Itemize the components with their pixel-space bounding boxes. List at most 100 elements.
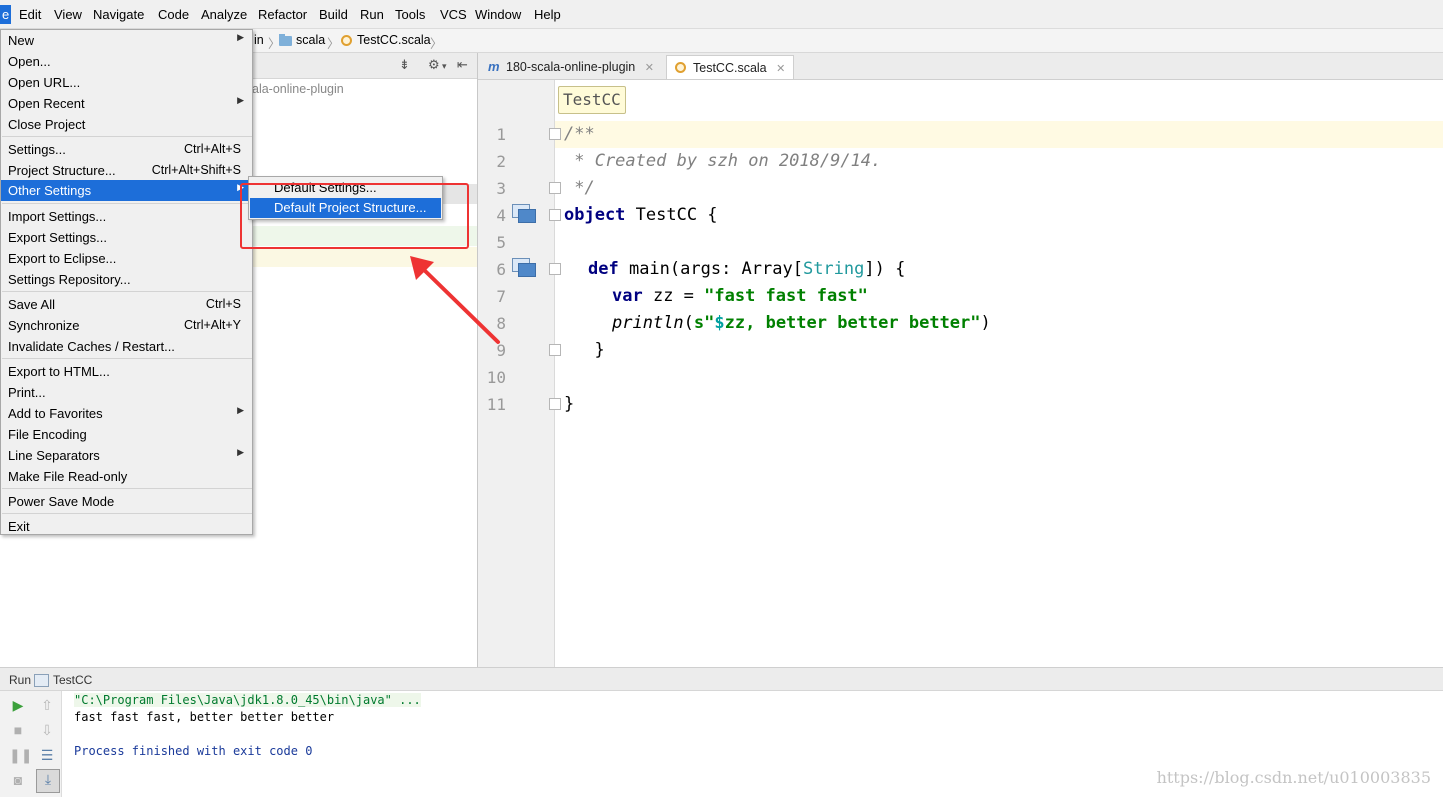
menu-item-label: Open Recent	[8, 96, 85, 111]
breadcrumb-separator: 〉	[430, 37, 443, 51]
menu-item-exit[interactable]: Exit	[1, 516, 252, 537]
menu-item-export-to-eclipse[interactable]: Export to Eclipse...	[1, 248, 252, 269]
close-icon[interactable]: ✕	[776, 63, 785, 75]
menu-item-print[interactable]: Print...	[1, 382, 252, 403]
fold-marker-icon[interactable]	[549, 344, 561, 356]
string-literal: "fast fast fast"	[704, 286, 868, 306]
breadcrumb-segment[interactable]: scala	[296, 33, 325, 47]
menu-run[interactable]: Run	[360, 7, 384, 22]
menu-item-export-settings[interactable]: Export Settings...	[1, 227, 252, 248]
menu-item-label: Settings Repository...	[8, 272, 131, 287]
menu-separator	[2, 203, 252, 204]
menu-item-import-settings[interactable]: Import Settings...	[1, 206, 252, 227]
scroll-to-end-icon[interactable]: ⤓	[36, 769, 60, 793]
menu-item-open-url[interactable]: Open URL...	[1, 72, 252, 93]
run-gutter-icon[interactable]	[512, 204, 536, 223]
menu-navigate[interactable]: Navigate	[93, 7, 144, 22]
breadcrumb: in 〉 scala 〉 TestCC.scala 〉	[252, 29, 1443, 53]
menu-item-shortcut: Ctrl+S	[205, 297, 241, 311]
menu-item-label: Power Save Mode	[8, 494, 115, 509]
folder-icon	[279, 34, 292, 46]
code-editor[interactable]: TestCC 1 2 3 4 5 6 7 8 9 10 11 /** * Cre…	[478, 80, 1443, 667]
menu-item-label: Close Project	[8, 117, 86, 132]
menu-refactor[interactable]: Refactor	[258, 7, 307, 22]
menu-item-shortcut: Ctrl+Alt+Shift+S	[151, 163, 241, 177]
menu-item-label: Import Settings...	[8, 209, 107, 224]
run-toolbar: ▶ ⇧ ■ ⇩ ❚❚ ☰ ◙ ⤓	[0, 691, 62, 797]
fold-marker-icon[interactable]	[549, 182, 561, 194]
rerun-icon[interactable]: ▶	[9, 696, 27, 714]
menu-item-label: Print...	[8, 385, 46, 400]
menu-item-label: Exit	[8, 519, 30, 534]
menu-item-make-file-read-only[interactable]: Make File Read-only	[1, 466, 252, 487]
submenu-arrow-icon: ▶	[237, 32, 244, 42]
menu-item-label: Export to Eclipse...	[8, 251, 117, 266]
collapse-all-icon[interactable]: ⇟	[399, 57, 410, 73]
breadcrumb-segment[interactable]: TestCC.scala	[357, 33, 431, 47]
current-line-highlight	[478, 121, 1443, 148]
menu-item-new[interactable]: New ▶	[1, 30, 252, 51]
stop-icon[interactable]: ■	[9, 721, 27, 739]
gear-dropdown-icon[interactable]: ▾	[442, 61, 447, 72]
pause-icon[interactable]: ❚❚	[9, 746, 32, 764]
tab-label: 180-scala-online-plugin	[506, 60, 636, 74]
editor-tab-bar: m 180-scala-online-plugin ✕ TestCC.scala…	[478, 53, 1443, 80]
function-name: println	[612, 313, 684, 333]
interpolation-marker: $	[714, 313, 725, 333]
menu-file[interactable]: e	[0, 5, 12, 24]
run-config-tab[interactable]: TestCC	[53, 673, 92, 687]
breadcrumb-segment[interactable]: in	[254, 33, 264, 47]
menu-item-synchronize[interactable]: Synchronize Ctrl+Alt+Y	[1, 315, 252, 336]
menu-bar: e Edit View Navigate Code Analyze Refact…	[0, 0, 1443, 29]
fold-marker-icon[interactable]	[549, 398, 561, 410]
menu-vcs[interactable]: VCS	[440, 7, 467, 22]
console-line: Process finished with exit code 0	[74, 744, 313, 758]
tree-item[interactable]: ala-online-plugin	[252, 80, 477, 100]
run-gutter-icon[interactable]	[512, 258, 536, 277]
code-line-2: * Created by szh on 2018/9/14.	[564, 151, 882, 171]
menu-window[interactable]: Window	[475, 7, 521, 22]
menu-analyze[interactable]: Analyze	[201, 7, 247, 22]
camera-icon[interactable]: ◙	[9, 771, 27, 789]
tab-testcc-scala[interactable]: TestCC.scala ✕	[666, 55, 795, 79]
gear-icon[interactable]: ⚙	[428, 57, 440, 73]
watermark: https://blog.csdn.net/u010003835	[1156, 768, 1431, 787]
menu-item-export-to-html[interactable]: Export to HTML...	[1, 361, 252, 382]
menu-item-label: Export to HTML...	[8, 364, 110, 379]
code-line-6: def main(args: Array[String]) {	[588, 256, 905, 283]
code-text: main(args: Array[	[618, 259, 803, 279]
menu-item-other-settings[interactable]: Other Settings ▶	[1, 180, 252, 201]
menu-help[interactable]: Help	[534, 7, 561, 22]
close-icon[interactable]: ✕	[645, 62, 654, 74]
menu-item-close-project[interactable]: Close Project	[1, 114, 252, 135]
menu-view[interactable]: View	[54, 7, 82, 22]
menu-item-label: File Encoding	[8, 427, 87, 442]
annotation-highlight-box	[240, 183, 469, 249]
menu-item-file-encoding[interactable]: File Encoding	[1, 424, 252, 445]
menu-item-invalidate-caches[interactable]: Invalidate Caches / Restart...	[1, 336, 252, 357]
menu-item-open[interactable]: Open...	[1, 51, 252, 72]
menu-item-save-all[interactable]: Save All Ctrl+S	[1, 294, 252, 315]
tab-180-scala-online-plugin[interactable]: m 180-scala-online-plugin ✕	[480, 55, 662, 79]
menu-item-add-to-favorites[interactable]: Add to Favorites ▶	[1, 403, 252, 424]
menu-item-settings-repository[interactable]: Settings Repository...	[1, 269, 252, 290]
menu-item-line-separators[interactable]: Line Separators ▶	[1, 445, 252, 466]
menu-build[interactable]: Build	[319, 7, 348, 22]
hide-panel-icon[interactable]: ⇤	[457, 57, 468, 73]
down-arrow-icon[interactable]: ⇩	[38, 721, 56, 739]
menu-tools[interactable]: Tools	[395, 7, 425, 22]
menu-edit[interactable]: Edit	[19, 7, 41, 22]
fold-marker-icon[interactable]	[549, 128, 561, 140]
menu-item-settings[interactable]: Settings... Ctrl+Alt+S	[1, 139, 252, 160]
line-number: 1	[496, 125, 506, 144]
menu-code[interactable]: Code	[158, 7, 189, 22]
menu-item-power-save-mode[interactable]: Power Save Mode	[1, 491, 252, 512]
menu-item-project-structure[interactable]: Project Structure... Ctrl+Alt+Shift+S	[1, 160, 252, 181]
run-panel-title[interactable]: Run	[9, 673, 31, 687]
up-arrow-icon[interactable]: ⇧	[38, 696, 56, 714]
fold-marker-icon[interactable]	[549, 263, 561, 275]
menu-item-label: Make File Read-only	[8, 469, 128, 484]
menu-item-open-recent[interactable]: Open Recent ▶	[1, 93, 252, 114]
soft-wrap-icon[interactable]: ☰	[38, 746, 56, 764]
fold-marker-icon[interactable]	[549, 209, 561, 221]
